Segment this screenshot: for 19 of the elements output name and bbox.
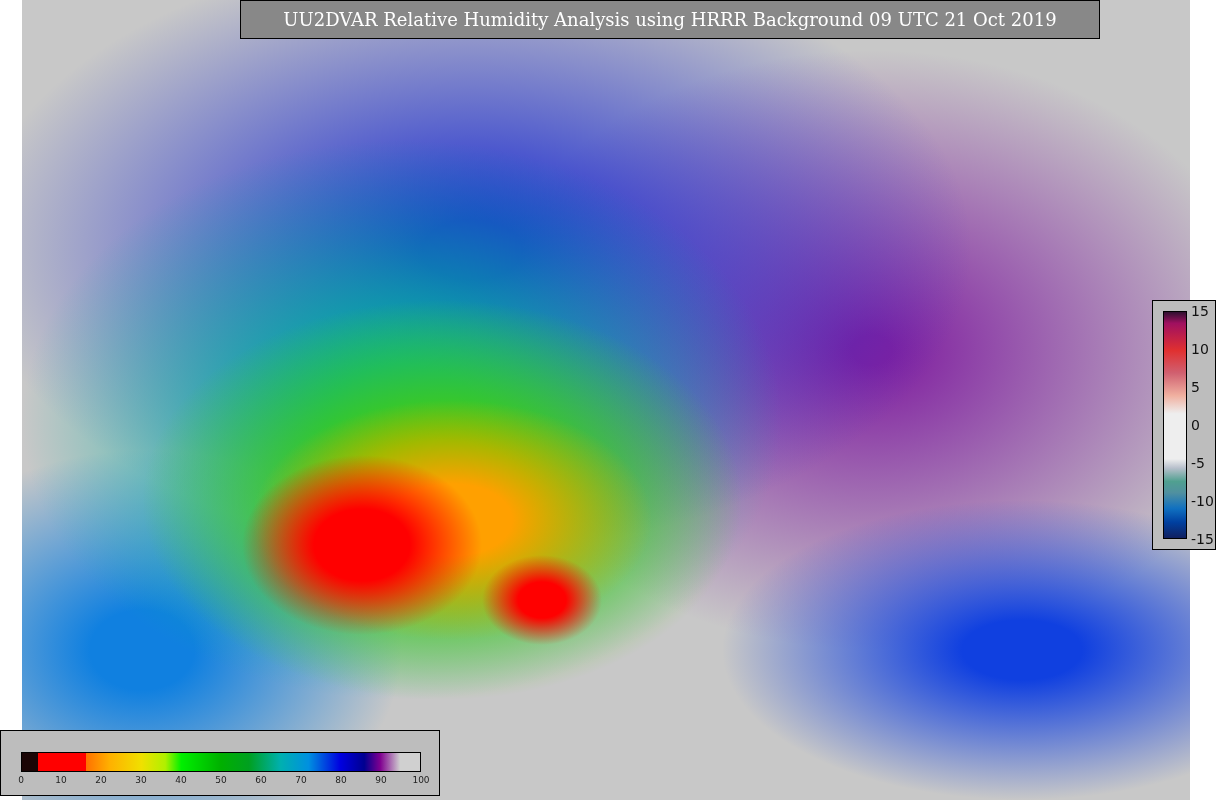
tick-label: 70 bbox=[295, 775, 307, 785]
tick-label: 50 bbox=[215, 775, 227, 785]
tick-label: -15 bbox=[1191, 531, 1214, 547]
tick-label: 10 bbox=[1191, 341, 1209, 357]
tick-label: 15 bbox=[1191, 303, 1209, 319]
tick-label: -5 bbox=[1191, 455, 1205, 471]
tick-label: 100 bbox=[412, 775, 430, 785]
map-title: UU2DVAR Relative Humidity Analysis using HRRR Background 09 UTC 21 Oct 2019 bbox=[240, 0, 1100, 39]
tick-label: 30 bbox=[135, 775, 147, 785]
tick-label: 60 bbox=[255, 775, 267, 785]
tick-label: 10 bbox=[55, 775, 67, 785]
tick-label: 5 bbox=[1191, 379, 1200, 395]
tick-label: 0 bbox=[18, 775, 24, 785]
tick-label: 0 bbox=[1191, 417, 1200, 433]
tick-label: 20 bbox=[95, 775, 107, 785]
tick-label: -10 bbox=[1191, 493, 1214, 509]
tick-label: 90 bbox=[375, 775, 387, 785]
tick-label: 40 bbox=[175, 775, 187, 785]
tick-label: 80 bbox=[335, 775, 347, 785]
